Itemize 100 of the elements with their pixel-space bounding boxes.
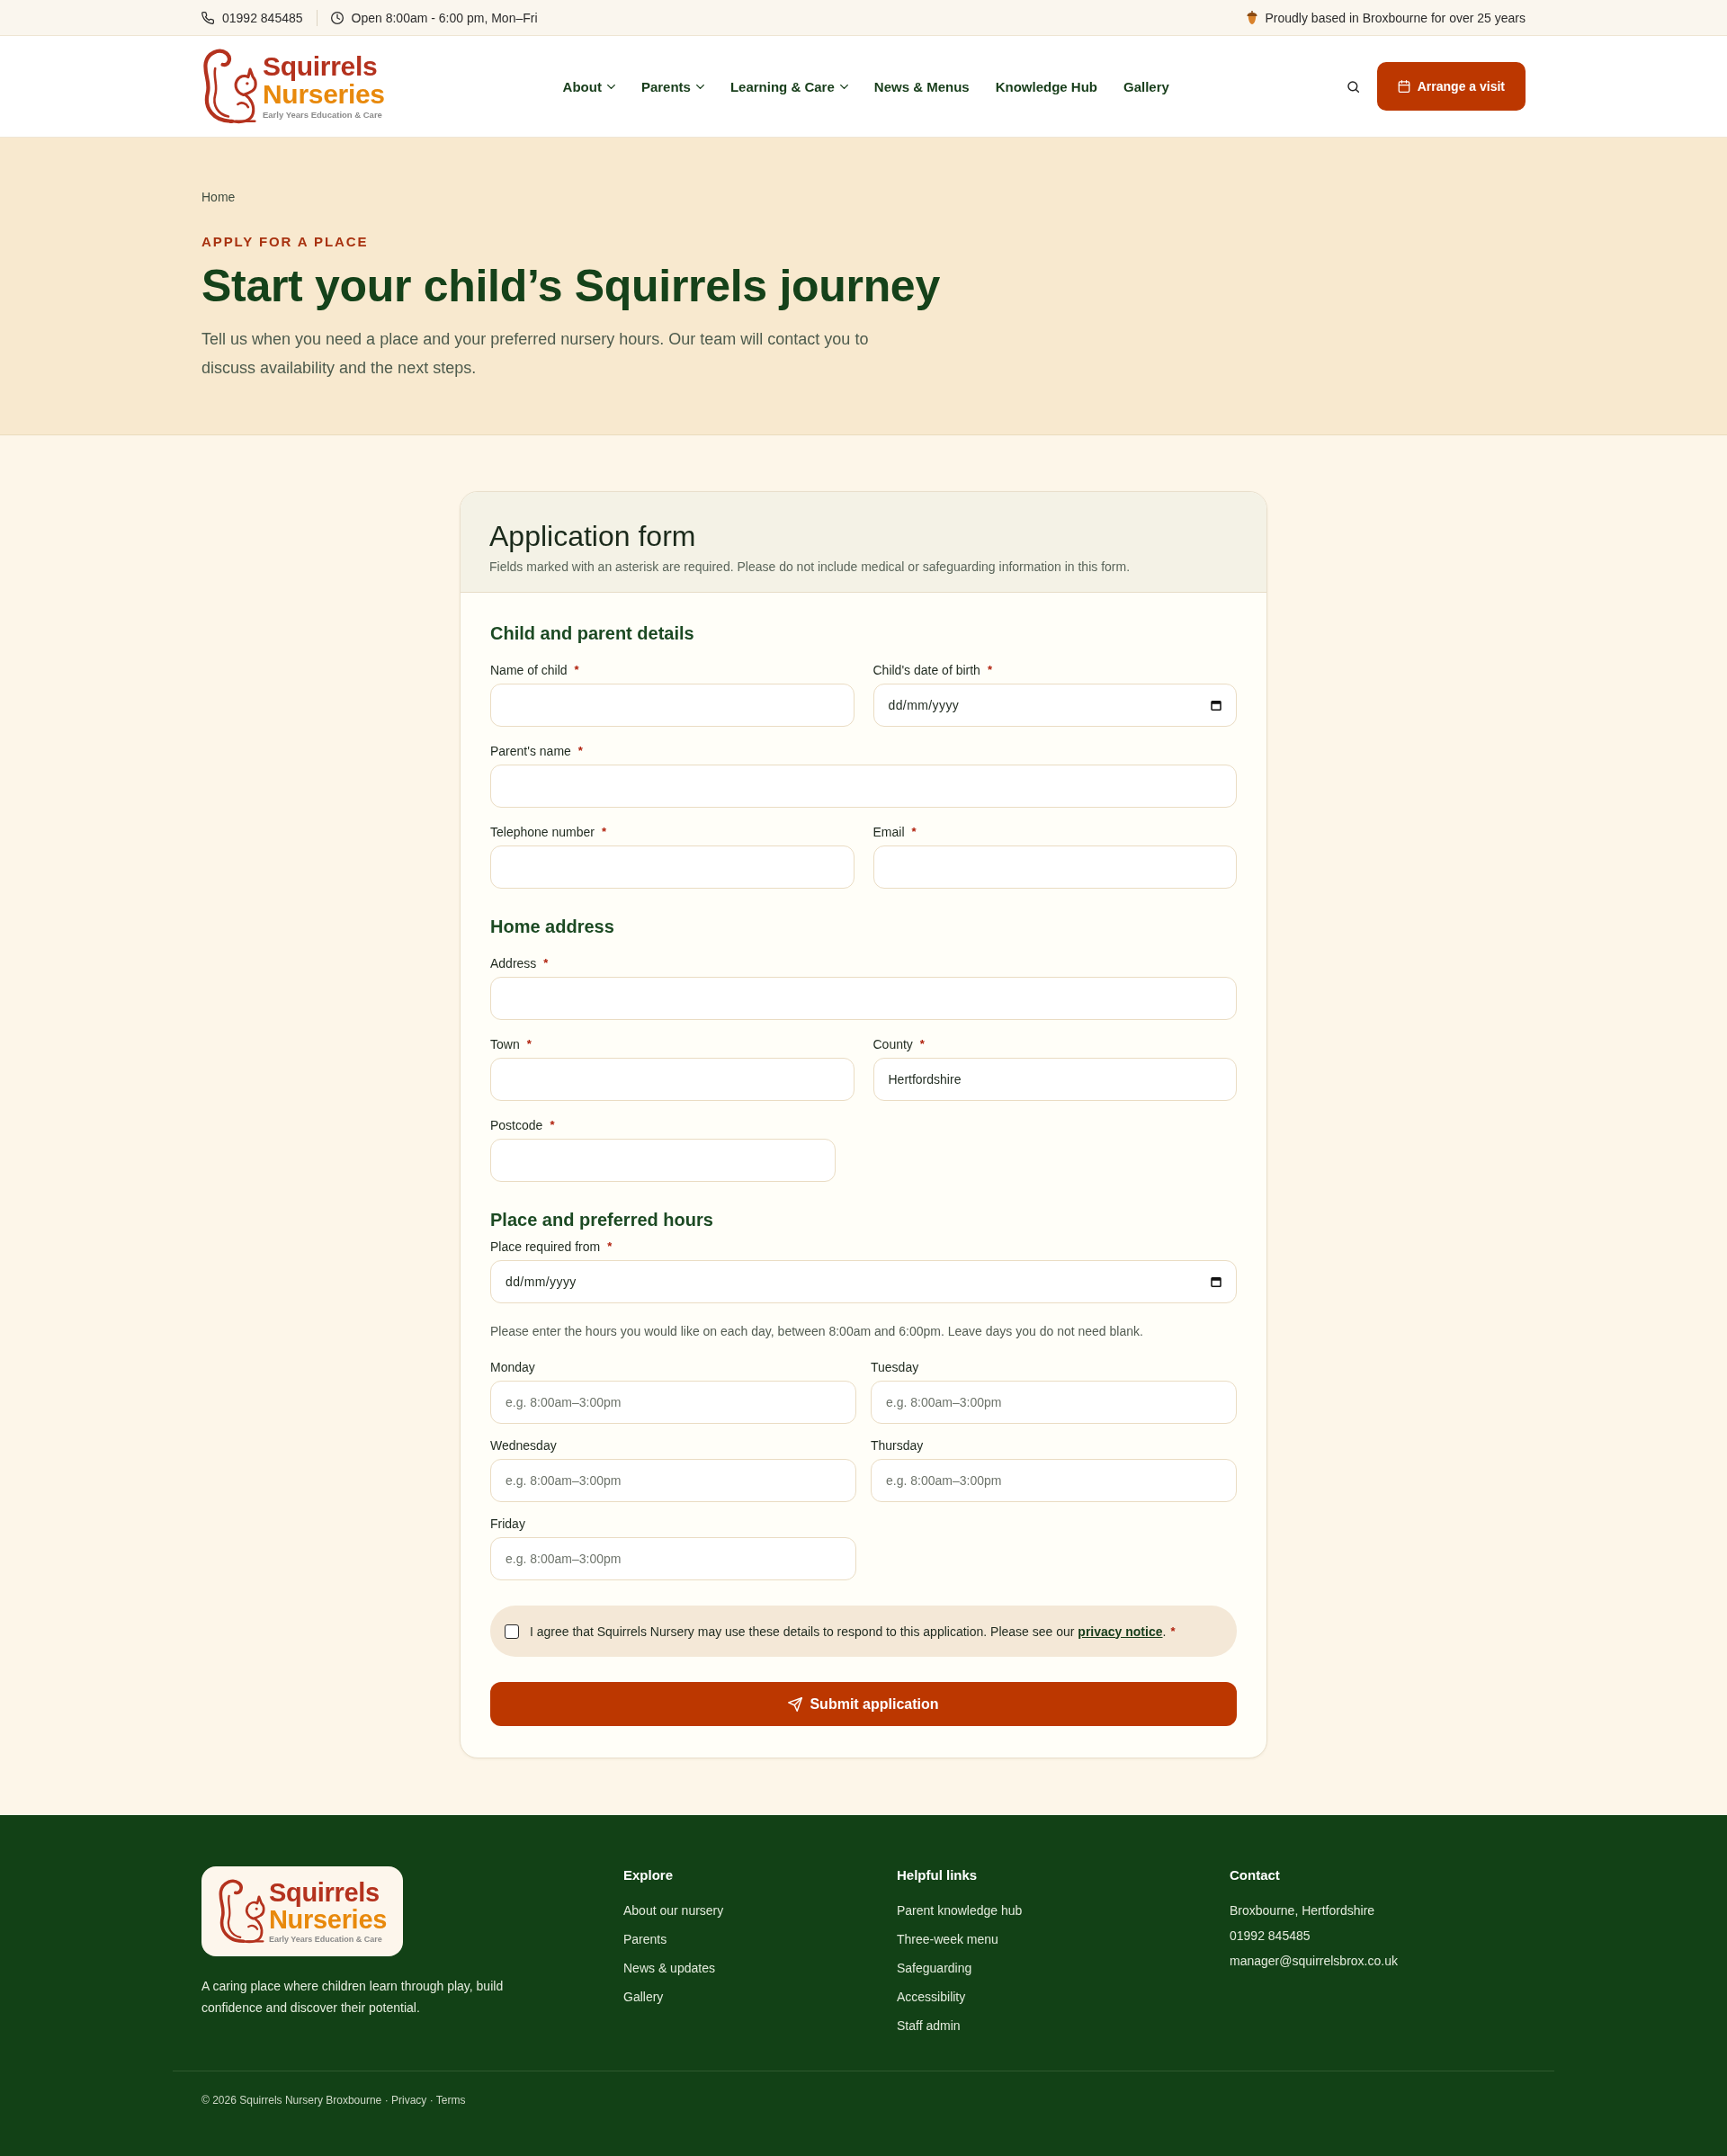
footer-heading: Explore bbox=[623, 1866, 674, 1884]
nav-link[interactable]: About bbox=[562, 78, 615, 94]
footer-link[interactable]: Safeguarding bbox=[897, 1959, 972, 1977]
breadcrumb-link[interactable]: Home bbox=[201, 188, 236, 206]
field-label: Name of child bbox=[490, 662, 568, 678]
logo-text: Nurseries bbox=[263, 80, 385, 108]
arrange-visit-button[interactable]: Arrange a visit bbox=[1376, 62, 1526, 111]
section-heading: Home address bbox=[490, 916, 614, 938]
eyebrow-text: APPLY FOR A PLACE bbox=[201, 233, 369, 251]
field-label: Postcode bbox=[490, 1117, 543, 1133]
tagline-text: Proudly based in Broxbourne for over 25 years bbox=[1265, 10, 1526, 25]
field-label: County bbox=[872, 1036, 913, 1052]
logo-tagline: Early Years Education & Care bbox=[263, 109, 382, 121]
submit-button[interactable]: Submit application bbox=[490, 1682, 1237, 1726]
footer-link[interactable]: Parent knowledge hub bbox=[897, 1901, 1023, 1919]
required-asterisk: * bbox=[1170, 1623, 1176, 1640]
date-field[interactable]: dd/mm/yyyy bbox=[490, 1260, 1237, 1303]
footer-heading: Helpful links bbox=[897, 1866, 978, 1884]
footer-link[interactable]: Gallery bbox=[623, 1988, 664, 2006]
form-title: Application form bbox=[489, 519, 696, 553]
send-icon bbox=[788, 1696, 803, 1712]
input-field[interactable] bbox=[490, 684, 855, 727]
logo-tagline: Early Years Education & Care bbox=[268, 1933, 382, 1945]
section-heading: Child and parent details bbox=[490, 622, 694, 645]
search-icon[interactable] bbox=[1347, 80, 1359, 93]
field-label: Tuesday bbox=[871, 1359, 919, 1375]
footer-link[interactable]: Staff admin bbox=[897, 2017, 961, 2035]
intro-text: Tell us when you need a place and your preferred nursery hours. Our team will contact you to discuss availability and the next steps. bbox=[201, 329, 870, 379]
field-label: Town bbox=[490, 1036, 520, 1052]
privacy-link[interactable]: privacy notice bbox=[1078, 1624, 1163, 1639]
nav-link[interactable]: Learning & Care bbox=[729, 78, 848, 94]
field-label: Child's date of birth bbox=[872, 662, 980, 678]
input-field[interactable] bbox=[490, 765, 1237, 808]
squirrel-icon bbox=[217, 1878, 266, 1945]
clock-icon bbox=[330, 11, 344, 24]
copyright-text: © 2026 Squirrels Nursery Broxbourne · Privacy · Terms bbox=[201, 2093, 466, 2108]
opening-hours: Open 8:00am - 6:00 pm, Mon–Fri bbox=[351, 10, 538, 25]
required-asterisk: * bbox=[574, 662, 579, 678]
hours-hint: Please enter the hours you would like on each day, between 8:00am and 6:00pm. Leave days you do not need blank. bbox=[490, 1323, 1143, 1340]
calendar-icon[interactable] bbox=[1211, 700, 1221, 711]
footer-link[interactable]: Accessibility bbox=[897, 1988, 966, 2006]
calendar-icon bbox=[1397, 80, 1410, 93]
calendar-icon[interactable] bbox=[1211, 1276, 1221, 1287]
field-label: Parent's name bbox=[490, 743, 571, 759]
contact-detail: Broxbourne, Hertfordshire bbox=[1230, 1902, 1375, 1919]
field-label: Thursday bbox=[871, 1437, 924, 1454]
input-field[interactable]: e.g. 8:00am–3:00pm bbox=[871, 1459, 1237, 1502]
input-field[interactable] bbox=[490, 845, 855, 889]
required-asterisk: * bbox=[607, 1239, 613, 1255]
input-field[interactable] bbox=[872, 845, 1237, 889]
logo-text: Squirrels bbox=[263, 52, 378, 80]
squirrel-icon bbox=[201, 48, 259, 125]
field-label: Place required from bbox=[490, 1239, 601, 1255]
required-asterisk: * bbox=[550, 1117, 555, 1133]
footer-description: A caring place where children learn through play, build confidence and discover their potential. bbox=[201, 1978, 505, 2017]
input-field[interactable]: e.g. 8:00am–3:00pm bbox=[871, 1381, 1237, 1424]
logo-card[interactable]: Squirrels Nurseries Early Years Education & Care bbox=[201, 1866, 403, 1956]
contact-detail: manager@squirrelsbrox.co.uk bbox=[1230, 1953, 1398, 1970]
acorn-icon bbox=[1246, 11, 1257, 24]
field-label: Wednesday bbox=[490, 1437, 557, 1454]
footer-link[interactable]: Parents bbox=[623, 1930, 667, 1948]
legal-link[interactable]: Privacy bbox=[390, 2094, 427, 2107]
footer-link[interactable]: About our nursery bbox=[623, 1901, 724, 1919]
input-field[interactable]: Hertfordshire bbox=[872, 1058, 1237, 1101]
required-asterisk: * bbox=[543, 955, 549, 971]
contact-detail: 01992 845485 bbox=[1230, 1928, 1311, 1945]
required-asterisk: * bbox=[911, 824, 917, 840]
nav-link[interactable]: Parents bbox=[640, 78, 704, 94]
nav-link[interactable]: News & Menus bbox=[873, 78, 970, 94]
consent-text: I agree that Squirrels Nursery may use these details to respond to this application. Please see our privacy notice. bbox=[530, 1623, 1167, 1641]
nav-link[interactable]: Gallery bbox=[1123, 78, 1169, 94]
section-heading: Place and preferred hours bbox=[490, 1209, 713, 1231]
input-field[interactable] bbox=[490, 1058, 855, 1101]
date-field[interactable]: dd/mm/yyyy bbox=[872, 684, 1237, 727]
legal-link[interactable]: Terms bbox=[435, 2094, 466, 2107]
required-asterisk: * bbox=[602, 824, 607, 840]
input-field[interactable]: e.g. 8:00am–3:00pm bbox=[490, 1537, 856, 1580]
footer-link[interactable]: Three-week menu bbox=[897, 1930, 998, 1948]
required-asterisk: * bbox=[526, 1036, 532, 1052]
input-field[interactable]: e.g. 8:00am–3:00pm bbox=[490, 1459, 856, 1502]
required-asterisk: * bbox=[919, 1036, 925, 1052]
field-label: Email bbox=[872, 824, 905, 840]
checkbox[interactable] bbox=[505, 1624, 519, 1639]
logo-text: Squirrels bbox=[268, 1878, 380, 1906]
nav-link[interactable]: Knowledge Hub bbox=[995, 78, 1097, 94]
input-field[interactable]: e.g. 8:00am–3:00pm bbox=[490, 1381, 856, 1424]
phone-icon bbox=[201, 11, 214, 24]
footer-link[interactable]: News & updates bbox=[623, 1959, 715, 1977]
field-label: Address bbox=[490, 955, 537, 971]
page-title: Start your child’s Squirrels journey bbox=[201, 260, 940, 313]
required-asterisk: * bbox=[577, 743, 583, 759]
input-field[interactable] bbox=[490, 977, 1237, 1020]
required-asterisk: * bbox=[987, 662, 992, 678]
field-label: Monday bbox=[490, 1359, 535, 1375]
phone-number: 01992 845485 bbox=[222, 10, 303, 25]
footer-heading: Contact bbox=[1230, 1866, 1280, 1884]
field-label: Telephone number bbox=[490, 824, 595, 840]
input-field[interactable] bbox=[490, 1139, 836, 1182]
form-note: Fields marked with an asterisk are required. Please do not include medical or safeguarding information in this form. bbox=[489, 559, 1131, 575]
field-label: Friday bbox=[490, 1516, 525, 1532]
